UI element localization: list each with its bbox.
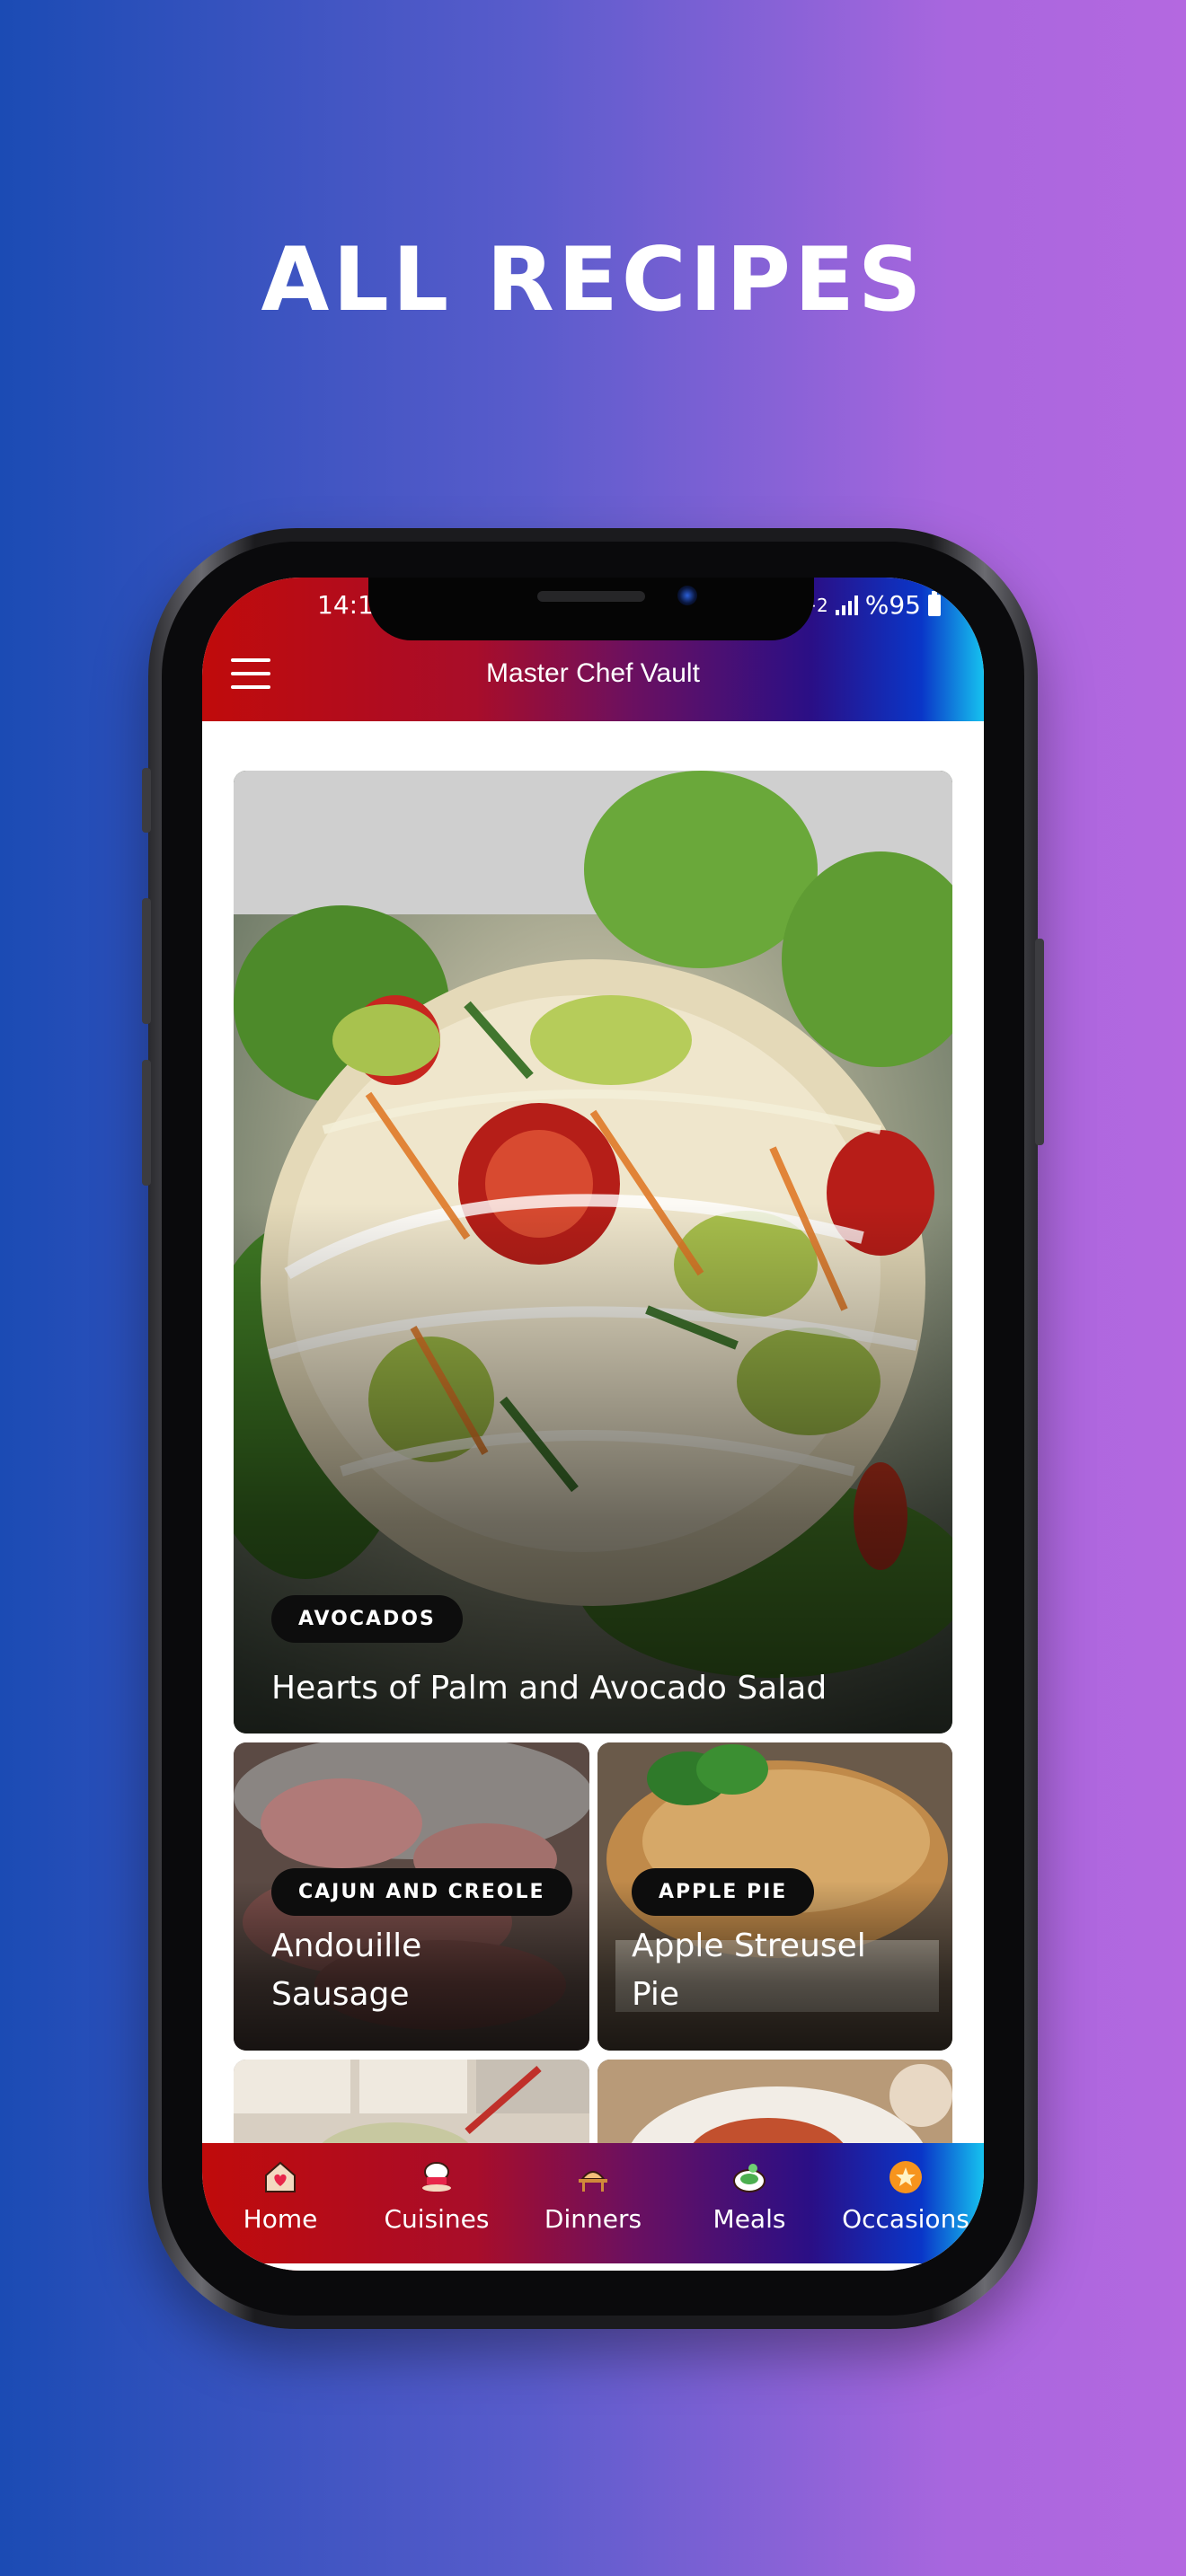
phone-speaker xyxy=(537,591,645,602)
recipe-list: AVOCADOS Hearts of Palm and Avocado Sala… xyxy=(202,721,984,2271)
occasions-badge-icon xyxy=(886,2157,925,2197)
dinner-table-icon xyxy=(573,2157,613,2197)
phone-volume-down-button xyxy=(142,1060,151,1186)
phone-side-button xyxy=(142,768,151,833)
page-headline: ALL RECIPES xyxy=(261,229,925,331)
recipe-category-tag: CAJUN AND CREOLE xyxy=(271,1868,572,1916)
recipe-title: Hearts of Palm and Avocado Salad xyxy=(271,1670,828,1707)
recipe-card[interactable]: APPLE PIE Apple Streusel Pie xyxy=(597,1742,952,2051)
status-time: 14:1 xyxy=(317,590,374,620)
featured-recipe-card[interactable]: AVOCADOS Hearts of Palm and Avocado Sala… xyxy=(234,771,952,1734)
recipe-category-tag: AVOCADOS xyxy=(271,1595,463,1643)
recipe-title-line: Sausage xyxy=(271,1976,410,2013)
front-camera xyxy=(677,586,697,605)
phone-volume-up-button xyxy=(142,898,151,1024)
recipe-title-line: Pie xyxy=(632,1976,680,2013)
meal-plate-icon xyxy=(730,2157,769,2197)
nav-label: Cuisines xyxy=(384,2204,490,2234)
nav-cuisines[interactable]: Cuisines xyxy=(360,2157,513,2234)
phone-screen: 14:1 +2 %95 Master Chef Vault AVOCADOS H… xyxy=(202,578,984,2271)
home-heart-icon xyxy=(261,2157,300,2197)
recipe-title: Andouille Sausage xyxy=(271,1922,421,2019)
nav-occasions[interactable]: Occasions xyxy=(829,2157,982,2234)
nav-label: Dinners xyxy=(544,2204,642,2234)
recipe-title: Apple Streusel Pie xyxy=(632,1922,866,2019)
chef-hat-icon xyxy=(417,2157,456,2197)
recipe-category-tag: APPLE PIE xyxy=(632,1868,815,1916)
battery-icon xyxy=(928,590,941,616)
bottom-navigation: Home Cuisines Dinners Meals Occasions xyxy=(202,2143,984,2271)
recipe-card[interactable]: CAJUN AND CREOLE Andouille Sausage xyxy=(234,1742,589,2051)
nav-label: Occasions xyxy=(842,2204,969,2234)
recipe-title-line: Apple Streusel xyxy=(632,1928,866,1964)
status-indicators: +2 %95 xyxy=(801,590,941,620)
nav-label: Meals xyxy=(712,2204,786,2234)
nav-dinners[interactable]: Dinners xyxy=(517,2157,669,2234)
signal-icon xyxy=(835,595,858,615)
gesture-bar-area xyxy=(202,2263,984,2271)
app-title: Master Chef Vault xyxy=(486,658,700,688)
phone-notch xyxy=(368,578,814,640)
card-gradient-overlay xyxy=(234,1204,952,1734)
nav-home[interactable]: Home xyxy=(204,2157,357,2234)
battery-percent: %95 xyxy=(864,590,921,620)
nav-meals[interactable]: Meals xyxy=(673,2157,826,2234)
recipe-title-line: Andouille xyxy=(271,1928,422,1964)
phone-power-button xyxy=(1035,939,1044,1145)
nav-label: Home xyxy=(243,2204,318,2234)
